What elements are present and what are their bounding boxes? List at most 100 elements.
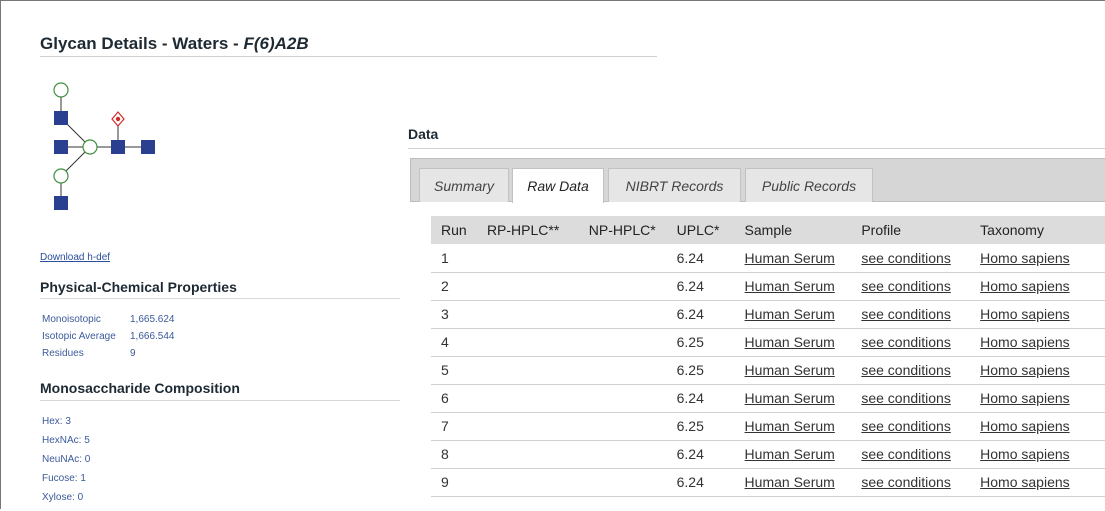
taxonomy-cell: Homo sapiens: [980, 440, 1105, 468]
column-header-run[interactable]: Run: [431, 216, 484, 244]
sample-cell: Human Serum: [745, 272, 862, 300]
uplc-cell: 6.24: [676, 249, 704, 266]
uplc-cell: 6.25: [676, 334, 704, 350]
composition-heading: Monosaccharide Composition: [40, 380, 240, 396]
profile-link[interactable]: see conditions: [861, 418, 951, 434]
profile-cell: see conditions: [861, 412, 980, 440]
rp-hplc-cell: [484, 356, 589, 384]
taxonomy-link[interactable]: Homo sapiens: [980, 446, 1070, 462]
sample-cell: Human Serum: [745, 300, 862, 328]
composition-item: Xylose: 0: [42, 492, 84, 503]
rp-hplc-cell: [484, 412, 589, 440]
np-hplc-cell: [589, 356, 677, 384]
mannose-icon: [82, 139, 98, 155]
sample-cell: Human Serum: [745, 356, 862, 384]
profile-cell: see conditions: [861, 300, 980, 328]
np-hplc-cell: [589, 384, 677, 412]
sample-cell: Human Serum: [745, 244, 862, 272]
profile-cell: see conditions: [861, 440, 980, 468]
taxonomy-link[interactable]: Homo sapiens: [980, 278, 1070, 294]
run-cell: 1: [441, 249, 449, 266]
sample-link[interactable]: Human Serum: [745, 362, 835, 378]
sample-cell: Human Serum: [745, 328, 862, 356]
sample-link[interactable]: Human Serum: [745, 446, 835, 462]
run-cell: 2: [441, 278, 449, 294]
prop-row-residues: Residues 9: [42, 348, 136, 359]
taxonomy-link[interactable]: Homo sapiens: [980, 250, 1070, 266]
taxonomy-link[interactable]: Homo sapiens: [980, 474, 1070, 490]
tab-nibrt-records[interactable]: NIBRT Records: [608, 168, 741, 202]
tab-public-records[interactable]: Public Records: [745, 168, 873, 202]
composition-item: Hex: 3: [42, 416, 71, 427]
sample-link[interactable]: Human Serum: [745, 474, 835, 490]
column-header-rp-hplc[interactable]: RP-HPLC**: [484, 216, 589, 244]
rp-hplc-cell: [484, 272, 589, 300]
rp-hplc-cell: [484, 300, 589, 328]
tab-summary[interactable]: Summary: [419, 168, 509, 202]
run-cell: 7: [441, 418, 449, 434]
run-cell: 6: [441, 390, 449, 406]
profile-link[interactable]: see conditions: [861, 474, 951, 490]
data-divider: [408, 148, 1105, 149]
np-hplc-cell: [589, 300, 677, 328]
column-header-uplc[interactable]: UPLC*: [677, 216, 745, 244]
profile-cell: see conditions: [861, 384, 980, 412]
title-divider: [40, 56, 657, 57]
run-cell: 8: [441, 446, 449, 462]
taxonomy-cell: Homo sapiens: [980, 412, 1105, 440]
sample-link[interactable]: Human Serum: [745, 334, 835, 350]
np-hplc-cell: [589, 440, 677, 468]
taxonomy-cell: Homo sapiens: [980, 272, 1105, 300]
physchem-list: Monoisotopic 1,665.624 Isotopic Average 1,…: [42, 314, 175, 365]
taxonomy-cell: Homo sapiens: [980, 468, 1105, 496]
mannose-icon: [53, 168, 69, 184]
sample-cell: Human Serum: [745, 412, 862, 440]
glycan-structure-diagram: [53, 82, 155, 210]
sample-cell: Human Serum: [745, 384, 862, 412]
profile-link[interactable]: see conditions: [861, 306, 951, 322]
taxonomy-link[interactable]: Homo sapiens: [980, 362, 1070, 378]
rp-hplc-cell: [484, 440, 589, 468]
rp-hplc-cell: [484, 244, 589, 272]
profile-link[interactable]: see conditions: [861, 250, 951, 266]
table-row: 6 6.24 Human Serum see conditions Homo sapie…: [431, 384, 1105, 412]
glcnac-icon: [141, 140, 155, 154]
taxonomy-link[interactable]: Homo sapiens: [980, 418, 1070, 434]
physchem-divider: [40, 298, 400, 299]
table-row: 7 6.25 Human Serum see conditions Homo sapie…: [431, 412, 1105, 440]
tab-raw-data[interactable]: Raw Data: [512, 168, 604, 203]
glcnac-icon: [54, 196, 68, 210]
np-hplc-cell: [589, 412, 677, 440]
download-hdef-link[interactable]: Download h-def: [40, 252, 110, 263]
profile-cell: see conditions: [861, 468, 980, 496]
profile-link[interactable]: see conditions: [861, 362, 951, 378]
sample-link[interactable]: Human Serum: [745, 250, 835, 266]
column-header-sample[interactable]: Sample: [745, 216, 862, 244]
table-row: 3 6.24 Human Serum see conditions Homo sapie…: [431, 300, 1105, 328]
taxonomy-link[interactable]: Homo sapiens: [980, 390, 1070, 406]
table-row: 1 6.24 Human Serum see conditions Homo sapie…: [431, 244, 1105, 272]
profile-link[interactable]: see conditions: [861, 278, 951, 294]
taxonomy-link[interactable]: Homo sapiens: [980, 306, 1070, 322]
uplc-cell: 6.24: [676, 278, 704, 294]
sample-link[interactable]: Human Serum: [745, 418, 835, 434]
taxonomy-cell: Homo sapiens: [980, 356, 1105, 384]
sample-link[interactable]: Human Serum: [745, 278, 835, 294]
profile-link[interactable]: see conditions: [861, 446, 951, 462]
column-header-np-hplc[interactable]: NP-HPLC*: [589, 216, 677, 244]
sample-cell: Human Serum: [745, 440, 862, 468]
taxonomy-link[interactable]: Homo sapiens: [980, 334, 1070, 350]
glycan-name: F(6)A2B: [243, 34, 309, 53]
sample-link[interactable]: Human Serum: [745, 390, 835, 406]
column-header-taxonomy[interactable]: Taxonomy: [980, 216, 1105, 244]
taxonomy-cell: Homo sapiens: [980, 384, 1105, 412]
taxonomy-cell: Homo sapiens: [980, 328, 1105, 356]
uplc-cell: 6.24: [676, 390, 704, 406]
profile-link[interactable]: see conditions: [861, 334, 951, 350]
column-header-profile[interactable]: Profile: [861, 216, 980, 244]
data-heading: Data: [408, 126, 439, 142]
composition-item: Fucose: 1: [42, 473, 86, 484]
sample-link[interactable]: Human Serum: [745, 306, 835, 322]
rp-hplc-cell: [484, 384, 589, 412]
profile-link[interactable]: see conditions: [861, 390, 951, 406]
